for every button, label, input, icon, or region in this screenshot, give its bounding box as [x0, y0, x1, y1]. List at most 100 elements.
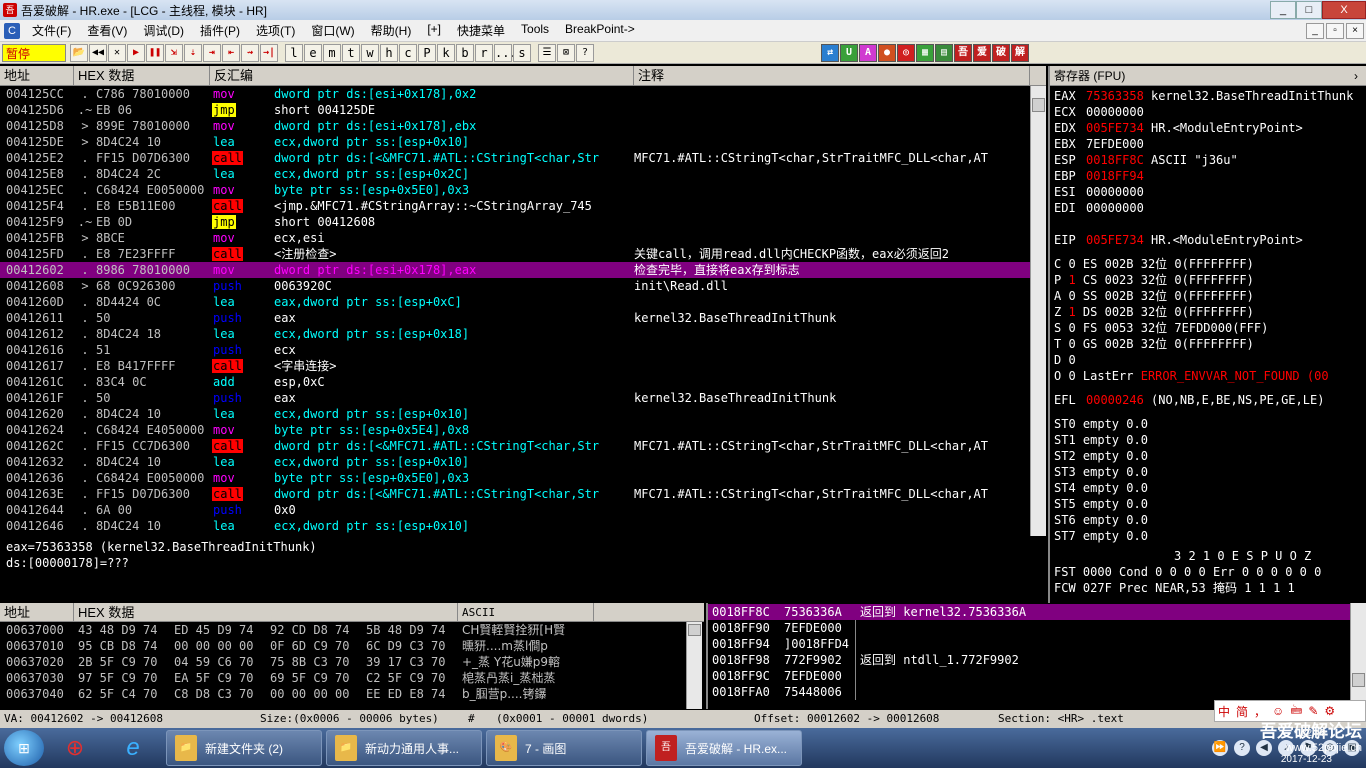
dump-hex-group[interactable]: ED 45 D9 74 — [170, 622, 266, 638]
stack-row[interactable]: 0018FF90 7EFDE000 — [708, 620, 1366, 636]
flag-segment-row[interactable]: P 1 CS 0023 32位 0(FFFFFFFF) — [1050, 272, 1366, 288]
clock-time[interactable]: 22:49 — [1301, 728, 1326, 739]
toolbar-window-button[interactable]: r — [475, 43, 493, 62]
toolbar-button[interactable]: →| — [260, 43, 278, 62]
toolbar-window-button[interactable]: P — [418, 43, 436, 62]
ime-button[interactable]: 中 — [1215, 703, 1233, 720]
mdi-window-button[interactable]: ▫ — [1326, 22, 1344, 39]
dump-hex-group[interactable]: 95 CB D8 74 — [74, 638, 170, 654]
flag-row[interactable]: D 0 — [1050, 352, 1366, 368]
toolbar-plugin-button[interactable]: 爱 — [973, 43, 991, 62]
flag-segment-row[interactable]: S 0 FS 0053 32位 7EFDD000(FFF) — [1050, 320, 1366, 336]
register-value[interactable]: 005FE734 — [1086, 121, 1144, 135]
toolbar-plugin-button[interactable]: 解 — [1011, 43, 1029, 62]
menu-item[interactable]: [+] — [419, 22, 449, 39]
fpu-st-register[interactable]: ST3 empty 0.0 — [1050, 464, 1366, 480]
dump-hex-group[interactable]: 5B 48 D9 74 — [362, 622, 458, 638]
register-value[interactable]: 7EFDE000 — [1086, 137, 1144, 151]
toolbar-plugin-button[interactable]: 破 — [992, 43, 1010, 62]
register-row[interactable]: ESI 00000000 — [1050, 184, 1366, 200]
toolbar-button[interactable]: ❚❚ — [146, 43, 164, 62]
flag-value[interactable]: 0 — [1068, 337, 1075, 351]
menu-item[interactable]: BreakPoint-> — [557, 22, 643, 39]
flag-value[interactable]: 0 — [1068, 353, 1075, 367]
col-address[interactable]: 地址 — [0, 66, 74, 85]
register-value[interactable]: 0018FF8C — [1086, 153, 1144, 167]
register-row[interactable]: EBX 7EFDE000 — [1050, 136, 1366, 152]
disassembly-scrollbar[interactable] — [1030, 86, 1046, 536]
dump-hex-group[interactable]: 43 48 D9 74 — [74, 622, 170, 638]
menu-item[interactable]: 快捷菜单 — [449, 22, 513, 39]
toolbar-window-button[interactable]: l — [285, 43, 303, 62]
dump-row[interactable]: 00637040 62 5F C4 70 C8 D8 C3 70 00 00 00 0… — [0, 686, 704, 702]
disasm-row[interactable]: 004125D8 >899E 78010000 mov dword ptr ds:[e… — [0, 118, 1046, 134]
menu-item[interactable]: Tools — [513, 22, 557, 39]
disasm-row[interactable]: 004125D6 .~ EB 06 jmp short 004125DE — [0, 102, 1046, 118]
toolbar-plugin-button[interactable]: ◎ — [897, 43, 915, 62]
register-row[interactable]: EDX 005FE734 HR.<ModuleEntryPoint> — [1050, 120, 1366, 136]
menu-item[interactable]: 帮助(H) — [363, 22, 420, 39]
toolbar-button[interactable]: ⇥ — [203, 43, 221, 62]
dump-row[interactable]: 00637030 97 5F C9 70 EA 5F C9 70 69 5F C9 7… — [0, 670, 704, 686]
registers-header[interactable]: 寄存器 (FPU) › — [1050, 66, 1366, 86]
fpu-control-word[interactable]: FCW 027F Prec NEAR,53 掩码 1 1 1 1 — [1050, 580, 1366, 596]
fpu-st-register[interactable]: ST5 empty 0.0 — [1050, 496, 1366, 512]
ime-toolbar[interactable]: 中简， ☺ 🖮 ✎ ⚙ — [1214, 700, 1366, 722]
disasm-row[interactable]: 00412644. 6A 00 push 0x0 — [0, 502, 1046, 518]
flag-segment-row[interactable]: T 0 GS 002B 32位 0(FFFFFFFF) — [1050, 336, 1366, 352]
register-row[interactable]: ESP 0018FF8C ASCII "j36u" — [1050, 152, 1366, 168]
disasm-row[interactable]: 004125E8. 8D4C24 2C lea ecx,dword ptr ss:[e… — [0, 166, 1046, 182]
register-value[interactable]: 00000000 — [1086, 185, 1144, 199]
col-comment[interactable]: 注释 — [634, 66, 1030, 85]
register-value[interactable]: 0018FF94 — [1086, 169, 1144, 183]
toolbar-window-button[interactable]: c — [399, 43, 417, 62]
toolbar-plugin-button[interactable]: ⇄ — [821, 43, 839, 62]
scroll-right-icon[interactable]: › — [1350, 66, 1358, 85]
disasm-row[interactable]: 00412617. E8 B417FFFF call <字串连接> — [0, 358, 1046, 374]
taskbar-button[interactable]: 🎨 7 - 画图 — [486, 730, 642, 766]
col-disassembly[interactable]: 反汇编 — [210, 66, 634, 85]
mdi-window-button[interactable]: _ — [1306, 22, 1324, 39]
flag-segment-row[interactable]: A 0 SS 002B 32位 0(FFFFFFFF) — [1050, 288, 1366, 304]
ime-button[interactable]: ✎ — [1305, 704, 1321, 718]
menu-item[interactable]: 调试(D) — [135, 22, 192, 39]
toolbar-button[interactable]: ⇣ — [184, 43, 202, 62]
dump-hex-group[interactable]: 6C D9 C3 70 — [362, 638, 458, 654]
dump-hex-group[interactable]: 69 5F C9 70 — [266, 670, 362, 686]
stack-row[interactable]: 0018FF9C 7EFDE000 — [708, 668, 1366, 684]
dump-hex-group[interactable]: 39 17 C3 70 — [362, 654, 458, 670]
dump-hex-group[interactable]: C2 5F C9 70 — [362, 670, 458, 686]
taskbar-button[interactable]: 吾吾爱破解 - HR.ex... — [646, 730, 802, 766]
scrollbar-thumb[interactable] — [688, 624, 701, 636]
stack-row[interactable]: 0018FF98 772F9902 返回到 ntdll_1.772F9902 — [708, 652, 1366, 668]
fpu-st-register[interactable]: ST2 empty 0.0 — [1050, 448, 1366, 464]
toolbar-button[interactable]: ◀◀ — [89, 43, 107, 62]
register-row[interactable]: EDI 00000000 — [1050, 200, 1366, 216]
toolbar-plugin-button[interactable]: U — [840, 43, 858, 62]
disasm-row[interactable]: 004125F4. E8 E5B11E00 call <jmp.&MFC71.#CSt… — [0, 198, 1046, 214]
register-row[interactable]: ECX 00000000 — [1050, 104, 1366, 120]
toolbar-window-button[interactable]: m — [323, 43, 341, 62]
disasm-row[interactable]: 00412608 >68 0C926300 push 0063920C init\Rea… — [0, 278, 1046, 294]
toolbar-button[interactable]: 📂 — [70, 43, 88, 62]
toolbar-button[interactable]: ⇲ — [165, 43, 183, 62]
disasm-row[interactable]: 00412616. 51 push ecx — [0, 342, 1046, 358]
toolbar-plugin-button[interactable]: 吾 — [954, 43, 972, 62]
fpu-st-register[interactable]: ST7 empty 0.0 — [1050, 528, 1366, 544]
disasm-row[interactable]: 00412646. 8D4C24 10 lea ecx,dword ptr ss:[e… — [0, 518, 1046, 534]
fpu-st-register[interactable]: ST4 empty 0.0 — [1050, 480, 1366, 496]
ime-button[interactable]: 简 — [1233, 703, 1251, 720]
disasm-row[interactable]: 00412602. 8986 78010000 mov dword ptr ds:[e… — [0, 262, 1046, 278]
register-row[interactable]: EAX 75363358 kernel32.BaseThreadInitThunk — [1050, 88, 1366, 104]
flag-value[interactable]: 0 — [1068, 257, 1075, 271]
flag-segment-row[interactable]: C 0 ES 002B 32位 0(FFFFFFFF) — [1050, 256, 1366, 272]
dump-hex-group[interactable]: EE ED E8 74 — [362, 686, 458, 702]
toolbar-plugin-button[interactable]: ▤ — [935, 43, 953, 62]
register-value[interactable]: 005FE734 — [1086, 233, 1144, 247]
flag-value[interactable]: 0 — [1068, 321, 1075, 335]
minimize-button[interactable]: _ — [1270, 1, 1296, 19]
register-value[interactable]: 00000000 — [1086, 201, 1144, 215]
taskbar-button[interactable]: 📁 新动力通用人事... — [326, 730, 482, 766]
start-button[interactable]: ⊞ — [4, 730, 44, 766]
menu-item[interactable]: 窗口(W) — [303, 22, 362, 39]
